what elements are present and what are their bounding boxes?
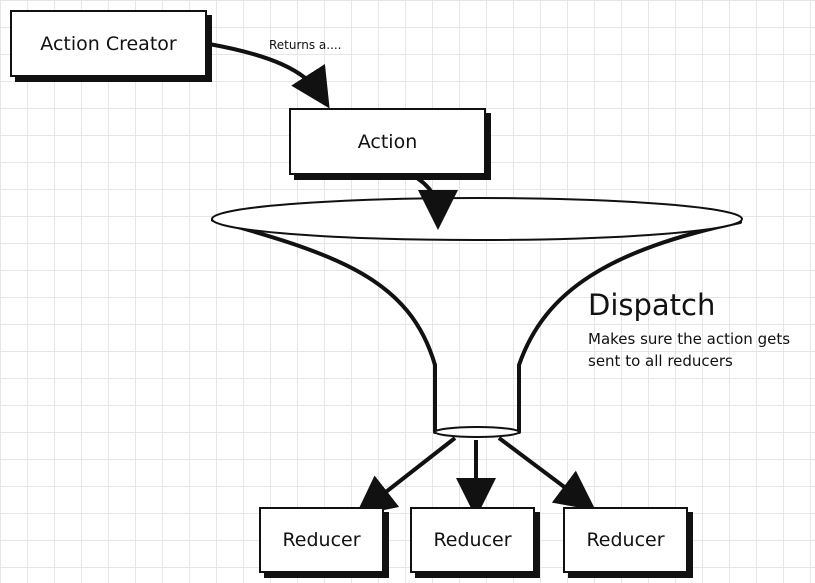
dispatch-title: Dispatch [588,288,716,322]
action-box: Action [289,108,486,175]
dispatch-description-line-1: Makes sure the action gets [588,330,791,348]
funnel-bottom-ellipse [434,426,520,438]
action-creator-box: Action Creator [10,10,207,77]
funnel-top-ellipse [211,197,743,241]
action-label: Action [357,130,418,153]
returns-label: Returns a.... [269,38,342,52]
reducer-label: Reducer [586,529,665,551]
reducer-label: Reducer [433,529,512,551]
dispatch-description-line-2: sent to all reducers [588,352,733,370]
action-creator-label: Action Creator [40,32,177,55]
reducer-box-2: Reducer [410,507,535,573]
funnel-right-wall [517,220,742,434]
reducer-label: Reducer [282,529,361,551]
reducer-box-3: Reducer [563,507,688,573]
reducer-box-1: Reducer [259,507,384,573]
funnel-left-wall [211,218,437,434]
arrow-dispatch-to-reducer-3 [497,436,596,511]
dispatch-description: Makes sure the action gets sent to all r… [588,328,790,372]
arrow-dispatch-to-reducer-1 [355,436,457,516]
